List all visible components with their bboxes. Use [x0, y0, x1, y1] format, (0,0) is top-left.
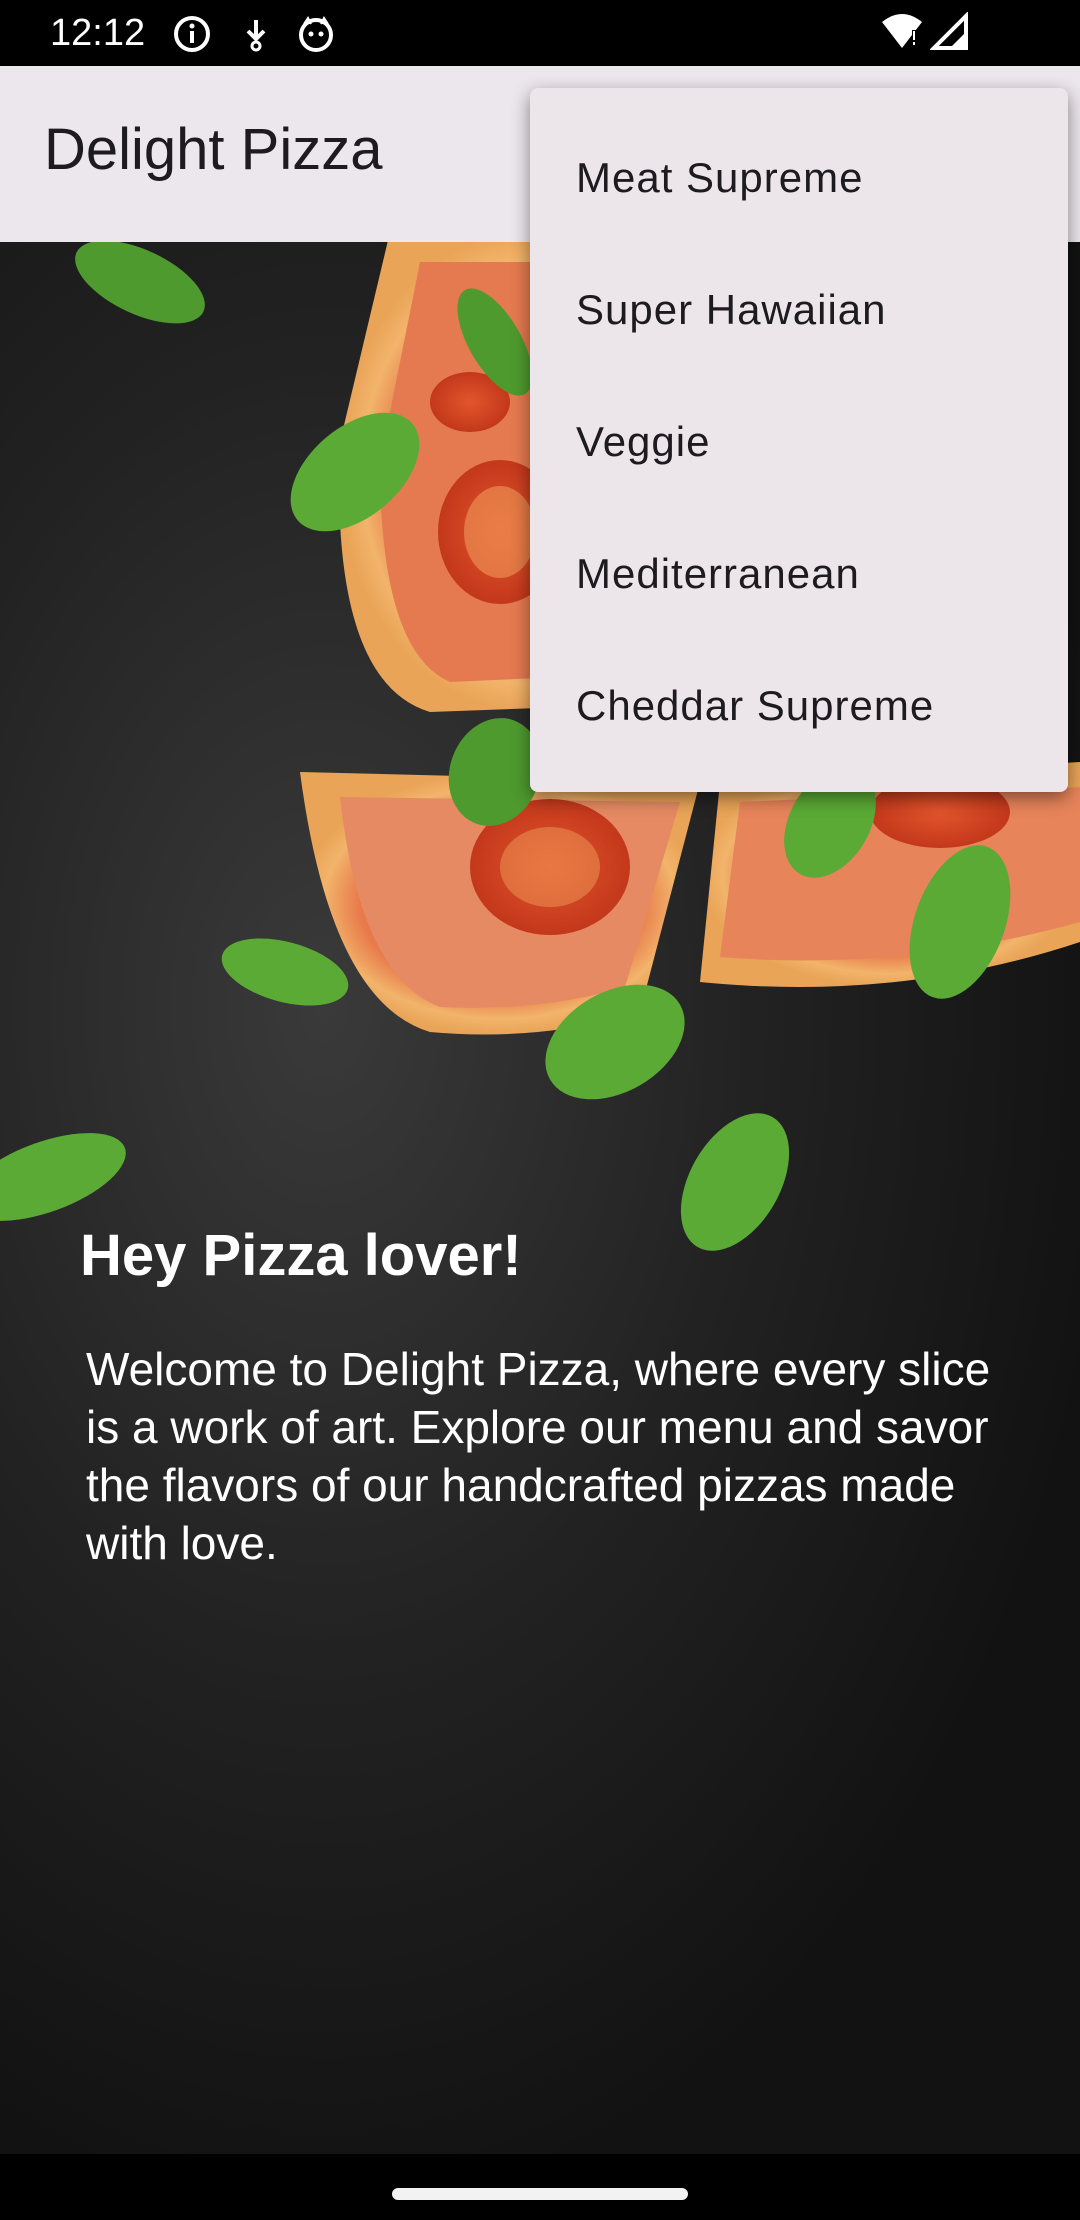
signal-icon [929, 11, 970, 52]
home-gesture-handle[interactable] [392, 2188, 688, 2200]
menu-item-mediterranean[interactable]: Mediterranean [530, 530, 1068, 662]
download-icon [236, 14, 276, 54]
navigation-bar [0, 2154, 1080, 2220]
app-title: Delight Pizza [44, 117, 383, 182]
overflow-menu: Meat Supreme Super Hawaiian Veggie Medit… [530, 88, 1068, 792]
menu-item-veggie[interactable]: Veggie [530, 398, 1068, 530]
status-time: 12:12 [50, 12, 146, 54]
screen: 12:12 Delight Pizza Hey Pizza lover! Wel… [0, 0, 1080, 2220]
menu-item-meat-supreme[interactable]: Meat Supreme [530, 134, 1068, 266]
menu-item-super-hawaiian[interactable]: Super Hawaiian [530, 266, 1068, 398]
hero-description: Welcome to Delight Pizza, where every sl… [86, 1343, 991, 1569]
info-icon [172, 14, 212, 54]
cat-icon [296, 14, 336, 54]
wifi-icon [880, 12, 924, 52]
status-bar: 12:12 [0, 0, 1080, 66]
hero-title: Hey Pizza lover! [80, 1223, 522, 1288]
menu-item-cheddar-supreme[interactable]: Cheddar Supreme [530, 662, 1068, 794]
